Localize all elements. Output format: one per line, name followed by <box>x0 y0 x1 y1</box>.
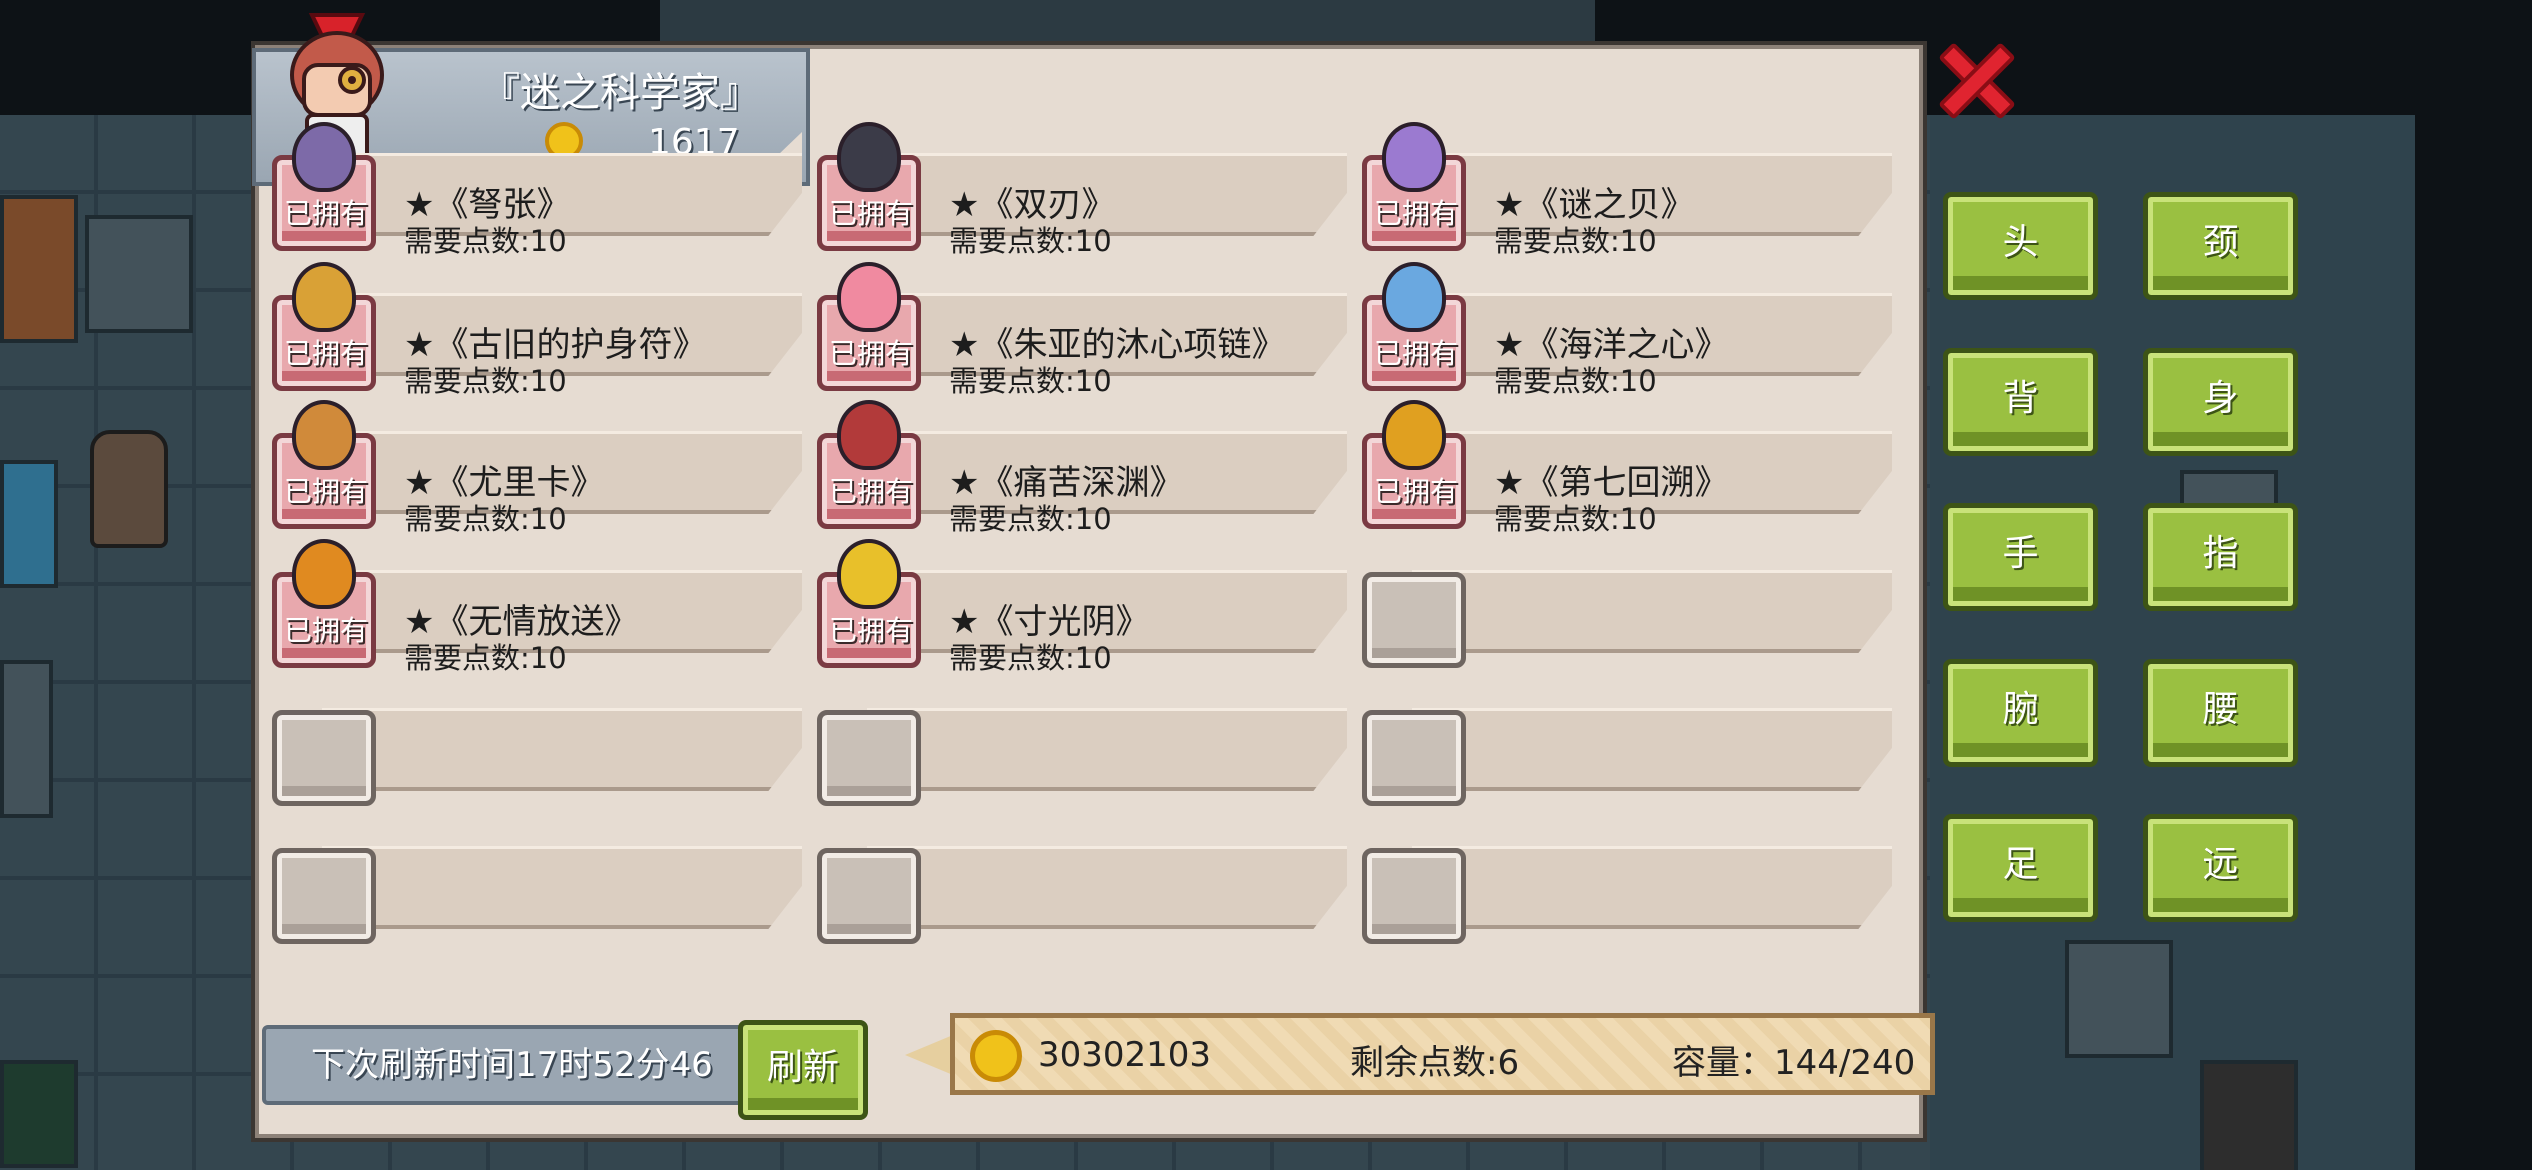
empty-item-slot[interactable] <box>262 803 807 944</box>
item-bar <box>1412 846 1892 929</box>
shop-item[interactable]: 已拥有 ★《尤里卡》 需要点数:10 <box>262 388 807 536</box>
owned-tag: 已拥有 <box>828 197 913 230</box>
empty-item-slot[interactable] <box>262 665 807 806</box>
refresh-button[interactable]: 刷新 <box>738 1020 868 1120</box>
gold-amount: 30302103 <box>1038 1035 1212 1075</box>
accessory-icon <box>292 262 356 332</box>
item-slot[interactable] <box>817 710 921 806</box>
item-slot[interactable] <box>1362 572 1466 668</box>
item-bar <box>322 708 802 791</box>
owned-tag: 已拥有 <box>828 337 913 370</box>
item-bar <box>1412 708 1892 791</box>
accessory-icon <box>292 400 356 470</box>
owned-tag: 已拥有 <box>1373 475 1458 508</box>
shop-item[interactable]: 已拥有 ★《朱亚的沐心项链》 需要点数:10 <box>807 250 1352 398</box>
owned-tag: 已拥有 <box>283 475 368 508</box>
category-button[interactable]: 腕 <box>1943 659 2098 767</box>
shop-item[interactable]: 已拥有 ★《古旧的护身符》 需要点数:10 <box>262 250 807 398</box>
shop-item[interactable]: 已拥有 ★《痛苦深渊》 需要点数:10 <box>807 388 1352 536</box>
circuit-board <box>0 1060 78 1168</box>
close-icon[interactable] <box>1937 40 2017 120</box>
accessory-icon <box>1382 262 1446 332</box>
wooden-cabinet <box>0 195 78 343</box>
shop-item[interactable]: 已拥有 ★《海洋之心》 需要点数:10 <box>1352 250 1897 398</box>
item-slot[interactable] <box>817 848 921 944</box>
blue-container <box>0 460 58 588</box>
empty-item-slot[interactable] <box>1352 527 1897 668</box>
accessory-icon <box>837 122 901 192</box>
item-slot[interactable] <box>1362 710 1466 806</box>
item-bar <box>867 846 1347 929</box>
empty-item-slot[interactable] <box>1352 665 1897 806</box>
lab-machine <box>85 215 193 333</box>
category-button[interactable]: 背 <box>1943 348 2098 456</box>
category-button[interactable]: 手 <box>1943 503 2098 611</box>
shop-item[interactable]: 已拥有 ★《无情放送》 需要点数:10 <box>262 527 807 675</box>
owned-tag: 已拥有 <box>283 337 368 370</box>
refresh-countdown: 下次刷新时间17时52分46 <box>262 1025 752 1105</box>
item-slot[interactable] <box>1362 848 1466 944</box>
shop-item[interactable]: 已拥有 ★《谜之贝》 需要点数:10 <box>1352 110 1897 258</box>
owned-tag: 已拥有 <box>828 614 913 647</box>
empty-item-slot[interactable] <box>807 803 1352 944</box>
category-button[interactable]: 腰 <box>2143 659 2298 767</box>
shop-item[interactable]: 已拥有 ★《寸光阴》 需要点数:10 <box>807 527 1352 675</box>
owned-tag: 已拥有 <box>1373 337 1458 370</box>
category-button[interactable]: 头 <box>1943 192 2098 300</box>
category-button[interactable]: 足 <box>1943 814 2098 922</box>
shop-item[interactable]: 已拥有 ★《弩张》 需要点数:10 <box>262 110 807 258</box>
vase <box>0 660 53 818</box>
owned-tag: 已拥有 <box>283 614 368 647</box>
category-button[interactable]: 颈 <box>2143 192 2298 300</box>
owned-tag: 已拥有 <box>828 475 913 508</box>
category-button[interactable]: 远 <box>2143 814 2298 922</box>
accessory-icon <box>1382 400 1446 470</box>
item-bar <box>867 708 1347 791</box>
remaining-points: 剩余点数:6 <box>1350 1043 1520 1083</box>
accessory-icon <box>292 122 356 192</box>
empty-item-slot[interactable] <box>1352 803 1897 944</box>
empty-item-slot[interactable] <box>807 665 1352 806</box>
accessory-icon <box>837 400 901 470</box>
owned-tag: 已拥有 <box>1373 197 1458 230</box>
shop-item[interactable]: 已拥有 ★《第七回溯》 需要点数:10 <box>1352 388 1897 536</box>
accessory-icon <box>292 539 356 609</box>
accessory-icon <box>837 262 901 332</box>
npc-character <box>90 430 168 548</box>
accessory-icon <box>837 539 901 609</box>
item-slot[interactable] <box>272 710 376 806</box>
machine-right <box>2065 940 2173 1058</box>
item-slot[interactable] <box>272 848 376 944</box>
coin-icon <box>970 1030 1022 1082</box>
shop-item[interactable]: 已拥有 ★《双刃》 需要点数:10 <box>807 110 1352 258</box>
owned-tag: 已拥有 <box>283 197 368 230</box>
accessory-icon <box>1382 122 1446 192</box>
item-bar <box>1412 570 1892 653</box>
lamp-right <box>2200 1060 2298 1170</box>
item-bar <box>322 846 802 929</box>
capacity: 容量：144/240 <box>1672 1043 1916 1083</box>
category-button[interactable]: 身 <box>2143 348 2298 456</box>
category-button[interactable]: 指 <box>2143 503 2298 611</box>
